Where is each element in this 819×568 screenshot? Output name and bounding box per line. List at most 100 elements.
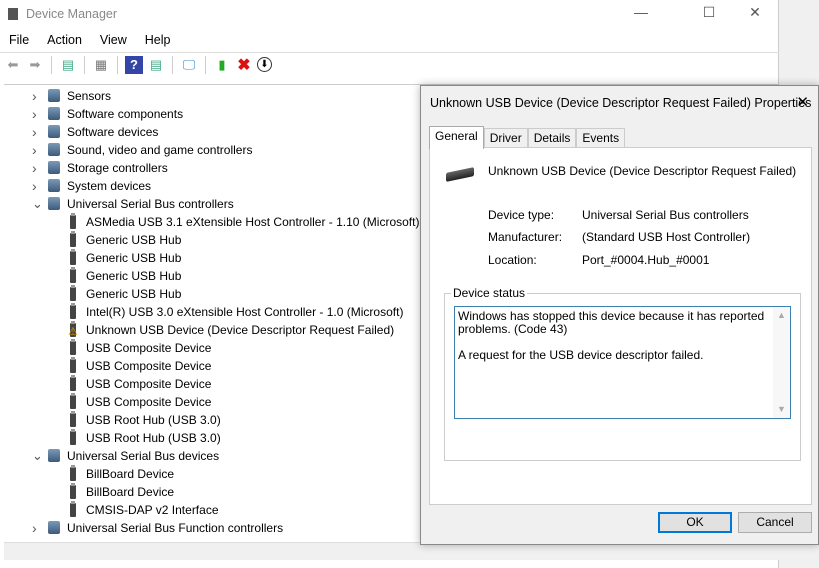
- category-item[interactable]: › Sound, video and game controllers: [4, 141, 424, 159]
- forward-icon[interactable]: ➡: [26, 56, 44, 74]
- category-item[interactable]: › Software devices: [4, 123, 424, 141]
- category-icon: [48, 107, 60, 120]
- usb-icon: [70, 303, 76, 319]
- tree-item-label: BillBoard Device: [86, 467, 175, 481]
- device-item[interactable]: USB Composite Device: [4, 339, 424, 357]
- device-item[interactable]: Generic USB Hub: [4, 267, 424, 285]
- help-icon[interactable]: ?: [125, 55, 143, 74]
- tree-item-label: Universal Serial Bus Function controller…: [67, 521, 284, 535]
- properties-icon[interactable]: ▦: [92, 56, 110, 74]
- menu-action[interactable]: Action: [38, 30, 91, 50]
- uninstall-icon[interactable]: ✖: [235, 56, 253, 74]
- usb-icon: [70, 411, 76, 427]
- tab-driver[interactable]: Driver: [483, 128, 528, 148]
- tree-item-label: ASMedia USB 3.1 eXtensible Host Controll…: [86, 215, 420, 229]
- expand-arrow-icon[interactable]: ›: [32, 177, 42, 195]
- update-driver-icon[interactable]: ▮: [213, 56, 231, 74]
- menu-bar: File Action View Help: [0, 30, 180, 50]
- device-item[interactable]: Generic USB Hub: [4, 285, 424, 303]
- category-icon: [48, 143, 60, 156]
- device-item[interactable]: BillBoard Device: [4, 483, 424, 501]
- dialog-title: Unknown USB Device (Device Descriptor Re…: [430, 96, 812, 110]
- status-message: Windows has stopped this device because …: [458, 309, 765, 336]
- device-item[interactable]: USB Root Hub (USB 3.0): [4, 429, 424, 447]
- properties-dialog: Unknown USB Device (Device Descriptor Re…: [420, 85, 819, 545]
- tree-item-label: USB Composite Device: [86, 359, 212, 373]
- usb-icon: [70, 267, 76, 283]
- tree-item-label: Generic USB Hub: [86, 251, 182, 265]
- location-label: Location:: [488, 253, 537, 267]
- minimize-button[interactable]: —: [618, 4, 664, 24]
- close-button[interactable]: ✕: [732, 4, 778, 24]
- maximize-button[interactable]: ☐: [686, 4, 732, 24]
- category-item[interactable]: ⌄ Universal Serial Bus controllers: [4, 195, 424, 213]
- device-item[interactable]: Intel(R) USB 3.0 eXtensible Host Control…: [4, 303, 424, 321]
- manufacturer-label: Manufacturer:: [488, 230, 563, 244]
- tab-general[interactable]: General: [429, 126, 484, 149]
- category-item[interactable]: › System devices: [4, 177, 424, 195]
- category-icon: [48, 125, 60, 138]
- tree-item-label: Generic USB Hub: [86, 269, 182, 283]
- category-item[interactable]: › Universal Serial Bus Function controlle…: [4, 519, 424, 537]
- expand-arrow-icon[interactable]: ›: [32, 87, 42, 105]
- tree-item-label: CMSIS-DAP v2 Interface: [86, 503, 219, 517]
- menu-help[interactable]: Help: [136, 30, 180, 50]
- device-item[interactable]: Generic USB Hub: [4, 231, 424, 249]
- menu-file[interactable]: File: [0, 30, 38, 50]
- expand-arrow-icon[interactable]: ›: [32, 519, 42, 537]
- collapse-arrow-icon[interactable]: ⌄: [32, 447, 43, 465]
- device-status-legend: Device status: [451, 286, 528, 300]
- device-status-textbox[interactable]: Windows has stopped this device because …: [454, 306, 791, 419]
- collapse-arrow-icon[interactable]: ⌄: [32, 195, 43, 213]
- device-item[interactable]: CMSIS-DAP v2 Interface: [4, 501, 424, 519]
- device-item[interactable]: ASMedia USB 3.1 eXtensible Host Controll…: [4, 213, 424, 231]
- expand-arrow-icon[interactable]: ›: [32, 141, 42, 159]
- expand-arrow-icon[interactable]: ›: [32, 123, 42, 141]
- expand-arrow-icon[interactable]: ›: [32, 105, 42, 123]
- disable-device-icon[interactable]: ⬇: [257, 57, 272, 72]
- device-item[interactable]: Generic USB Hub: [4, 249, 424, 267]
- back-icon[interactable]: ⬅: [4, 56, 22, 74]
- warning-usb-icon: ⚠: [68, 321, 78, 338]
- category-item[interactable]: › Sensors: [4, 87, 424, 105]
- category-item[interactable]: › Storage controllers: [4, 159, 424, 177]
- show-hide-console-tree-icon[interactable]: ▤: [59, 56, 77, 74]
- tree-item-label: System devices: [67, 179, 152, 193]
- usb-icon: [70, 393, 76, 409]
- toolbar: ⬅ ➡ ▤ ▦ ? ▤ 🖵 ▮ ✖ ⬇: [0, 52, 779, 76]
- menu-view[interactable]: View: [91, 30, 136, 50]
- device-item[interactable]: USB Composite Device: [4, 357, 424, 375]
- usb-icon: [70, 285, 76, 301]
- usb-icon: [70, 231, 76, 247]
- tree-item-label: Unknown USB Device (Device Descriptor Re…: [86, 323, 395, 337]
- ok-button[interactable]: OK: [658, 512, 732, 533]
- general-panel: Unknown USB Device (Device Descriptor Re…: [429, 147, 812, 505]
- category-item[interactable]: ⌄ Universal Serial Bus devices: [4, 447, 424, 465]
- device-type-value: Universal Serial Bus controllers: [582, 208, 749, 222]
- device-item[interactable]: ⚠ Unknown USB Device (Device Descriptor R…: [4, 321, 424, 339]
- device-item[interactable]: USB Composite Device: [4, 375, 424, 393]
- usb-icon: [70, 429, 76, 445]
- tree-item-label: Software components: [67, 107, 184, 121]
- scan-hardware-icon[interactable]: 🖵: [180, 56, 198, 74]
- device-manager-icon: [8, 8, 18, 20]
- usb-icon: [70, 249, 76, 265]
- tab-events[interactable]: Events: [576, 128, 626, 148]
- tree-item-label: Sensors: [67, 89, 112, 103]
- tree-item-label: USB Root Hub (USB 3.0): [86, 431, 221, 445]
- expand-arrow-icon[interactable]: ›: [32, 159, 42, 177]
- usb-icon: [70, 339, 76, 355]
- category-icon: [48, 89, 60, 102]
- device-item[interactable]: USB Root Hub (USB 3.0): [4, 411, 424, 429]
- cancel-button[interactable]: Cancel: [738, 512, 812, 533]
- category-item[interactable]: › Software components: [4, 105, 424, 123]
- tree-item-label: Generic USB Hub: [86, 233, 182, 247]
- usb-icon: [70, 375, 76, 391]
- device-item[interactable]: BillBoard Device: [4, 465, 424, 483]
- dialog-close-button[interactable]: ✕: [796, 93, 809, 111]
- status-scrollbar[interactable]: ▲ ▼: [773, 307, 790, 418]
- device-item[interactable]: USB Composite Device: [4, 393, 424, 411]
- show-action-pane-icon[interactable]: ▤: [147, 56, 165, 74]
- usb-icon: [70, 465, 76, 481]
- tab-details[interactable]: Details: [527, 128, 577, 148]
